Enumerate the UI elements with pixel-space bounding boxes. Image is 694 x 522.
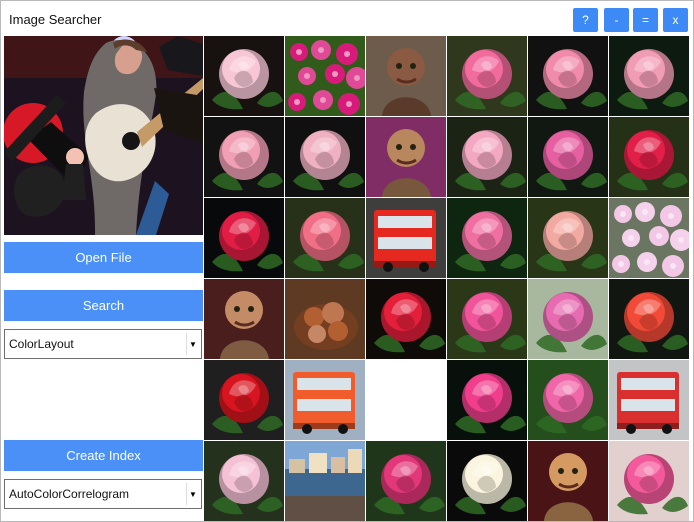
result-thumbnail <box>204 198 284 278</box>
search-feature-select[interactable]: ColorLayout ▼ <box>4 329 202 359</box>
result-image-14[interactable] <box>285 198 365 278</box>
result-thumbnail <box>609 279 689 359</box>
result-thumbnail <box>285 198 365 278</box>
result-image-12[interactable] <box>609 117 689 197</box>
result-thumbnail <box>609 36 689 116</box>
result-image-25[interactable] <box>204 360 284 440</box>
result-image-22[interactable] <box>447 279 527 359</box>
result-image-8[interactable] <box>285 117 365 197</box>
result-image-1[interactable] <box>204 36 284 116</box>
minimize-button[interactable]: - <box>604 8 629 32</box>
create-index-button[interactable]: Create Index <box>4 440 203 471</box>
result-thumbnail <box>528 360 608 440</box>
result-thumbnail <box>204 36 284 116</box>
result-thumbnail <box>609 198 689 278</box>
image-searcher-window: Image Searcher ? - = x Open File Search … <box>0 0 694 522</box>
result-thumbnail <box>204 441 284 521</box>
result-image-21[interactable] <box>366 279 446 359</box>
open-file-button[interactable]: Open File <box>4 242 203 273</box>
result-thumbnail <box>366 441 446 521</box>
result-thumbnail <box>447 198 527 278</box>
result-thumbnail <box>528 441 608 521</box>
window-title: Image Searcher <box>9 12 102 27</box>
result-image-19[interactable] <box>204 279 284 359</box>
result-thumbnail <box>204 117 284 197</box>
maximize-button[interactable]: = <box>633 8 658 32</box>
result-thumbnail <box>447 117 527 197</box>
result-image-27 <box>366 360 446 440</box>
result-thumbnail <box>609 441 689 521</box>
result-image-36[interactable] <box>609 441 689 521</box>
result-image-23[interactable] <box>528 279 608 359</box>
chevron-down-icon: ▼ <box>186 333 199 355</box>
result-image-29[interactable] <box>528 360 608 440</box>
result-image-17[interactable] <box>528 198 608 278</box>
result-thumbnail <box>285 441 365 521</box>
result-thumbnail <box>366 36 446 116</box>
result-thumbnail <box>204 360 284 440</box>
chevron-down-icon: ▼ <box>186 483 199 505</box>
result-image-26[interactable] <box>285 360 365 440</box>
search-button[interactable]: Search <box>4 290 203 321</box>
result-image-30[interactable] <box>609 360 689 440</box>
result-thumbnail <box>609 117 689 197</box>
result-image-33[interactable] <box>366 441 446 521</box>
result-thumbnail <box>366 117 446 197</box>
result-thumbnail <box>528 279 608 359</box>
index-feature-value: AutoColorCorrelogram <box>9 487 130 501</box>
result-image-3[interactable] <box>366 36 446 116</box>
index-feature-select[interactable]: AutoColorCorrelogram ▼ <box>4 479 202 509</box>
result-image-16[interactable] <box>447 198 527 278</box>
result-thumbnail <box>285 36 365 116</box>
result-image-6[interactable] <box>609 36 689 116</box>
result-thumbnail <box>447 279 527 359</box>
result-image-11[interactable] <box>528 117 608 197</box>
result-thumbnail <box>366 279 446 359</box>
result-image-7[interactable] <box>204 117 284 197</box>
result-image-18[interactable] <box>609 198 689 278</box>
result-image-15[interactable] <box>366 198 446 278</box>
search-feature-value: ColorLayout <box>9 337 74 351</box>
result-thumbnail <box>447 360 527 440</box>
result-image-20[interactable] <box>285 279 365 359</box>
result-image-4[interactable] <box>447 36 527 116</box>
result-image-34[interactable] <box>447 441 527 521</box>
result-thumbnail <box>366 198 446 278</box>
result-thumbnail <box>528 36 608 116</box>
search-results-grid <box>204 36 692 521</box>
result-thumbnail <box>447 441 527 521</box>
result-thumbnail <box>528 117 608 197</box>
result-thumbnail <box>609 360 689 440</box>
result-image-9[interactable] <box>366 117 446 197</box>
result-thumbnail <box>366 360 446 440</box>
result-image-2[interactable] <box>285 36 365 116</box>
result-thumbnail <box>447 36 527 116</box>
result-image-32[interactable] <box>285 441 365 521</box>
result-image-5[interactable] <box>528 36 608 116</box>
result-thumbnail <box>528 198 608 278</box>
close-button[interactable]: x <box>663 8 688 32</box>
help-button[interactable]: ? <box>573 8 598 32</box>
result-thumbnail <box>285 360 365 440</box>
result-thumbnail <box>204 279 284 359</box>
result-image-13[interactable] <box>204 198 284 278</box>
result-image-28[interactable] <box>447 360 527 440</box>
query-image-preview <box>4 36 203 235</box>
result-thumbnail <box>285 279 365 359</box>
result-image-35[interactable] <box>528 441 608 521</box>
result-image-24[interactable] <box>609 279 689 359</box>
result-thumbnail <box>285 117 365 197</box>
result-image-10[interactable] <box>447 117 527 197</box>
result-image-31[interactable] <box>204 441 284 521</box>
